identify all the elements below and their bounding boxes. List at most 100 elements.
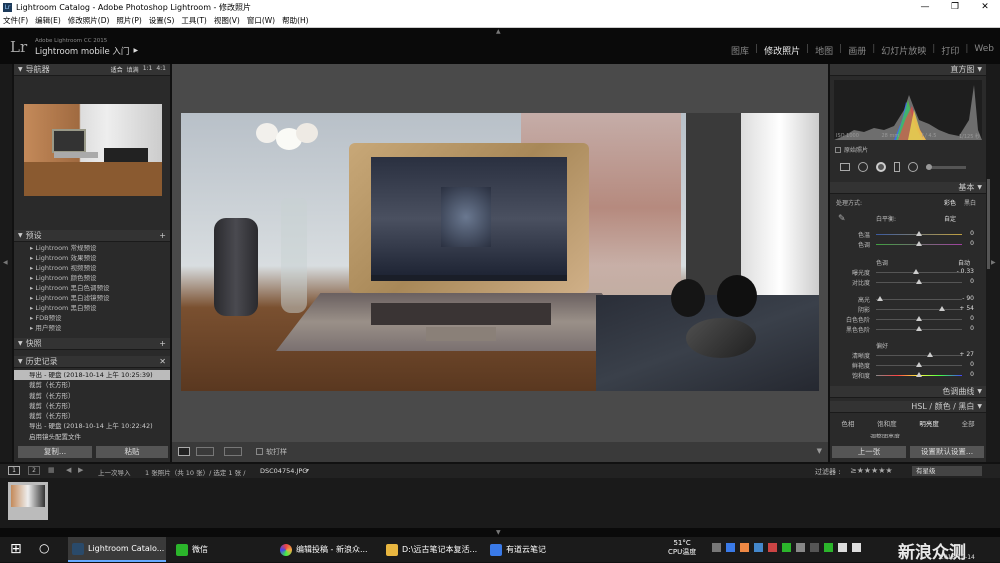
preset-folder[interactable]: ▸ Lightroom 黑白滤镜预设 <box>14 293 170 303</box>
collapse-top-arrow-icon[interactable]: ▲ <box>496 28 501 35</box>
slider-vibrance[interactable]: 鲜艳度 0 <box>830 361 980 370</box>
filename-dropdown-icon[interactable]: ▾ <box>306 467 309 474</box>
taskbar-item-lightroom[interactable]: Lightroom Catalo... <box>68 537 166 562</box>
menu-develop[interactable]: 修改照片(D) <box>68 15 110 26</box>
close-button[interactable]: ✕ <box>970 0 1000 14</box>
spot-removal-icon[interactable] <box>858 162 868 172</box>
loupe-view-icon[interactable] <box>178 447 190 456</box>
network-icon[interactable] <box>838 543 847 552</box>
wechat-tray-icon[interactable] <box>824 543 833 552</box>
paste-settings-button[interactable]: 粘贴 <box>96 446 168 458</box>
window-2-button[interactable]: 2 <box>28 466 40 475</box>
hsl-header[interactable]: HSL / 颜色 / 黑白 ▼ <box>830 401 986 413</box>
slider-knob[interactable] <box>913 269 920 274</box>
menu-tools[interactable]: 工具(T) <box>181 15 206 26</box>
slider-clarity[interactable]: 清晰度 + 27 <box>830 351 980 360</box>
volume-icon[interactable] <box>852 543 861 552</box>
tray-icon[interactable] <box>726 543 735 552</box>
back-arrow-icon[interactable]: ◀ <box>66 466 71 474</box>
menu-photo[interactable]: 照片(P) <box>116 15 141 26</box>
slider-exposure[interactable]: 曝光度 - 0.33 <box>830 268 980 277</box>
module-develop[interactable]: 修改照片 <box>764 44 800 57</box>
preset-folder[interactable]: ▸ Lightroom 黑白预设 <box>14 303 170 313</box>
source-label[interactable]: 上一次导入 <box>98 467 131 477</box>
radial-filter-icon[interactable] <box>908 162 918 172</box>
soft-proof-checkbox[interactable] <box>256 448 263 455</box>
module-map[interactable]: 地图 <box>815 44 833 57</box>
preset-folder[interactable]: ▸ Lightroom 视频预设 <box>14 263 170 273</box>
slider-shadows[interactable]: 阴影 + 54 <box>830 305 980 314</box>
menu-view[interactable]: 视图(V) <box>214 15 240 26</box>
taskbar-item-explorer[interactable]: D:\远古笔记本复活... <box>382 537 482 562</box>
tab-saturation[interactable]: 饱和度 <box>877 418 897 428</box>
slider-knob[interactable] <box>877 296 884 301</box>
preset-folder[interactable]: ▸ 用户预设 <box>14 323 170 333</box>
previous-button[interactable]: 上一张 <box>832 446 906 458</box>
before-after-split-icon[interactable] <box>224 447 242 456</box>
menu-settings[interactable]: 设置(S) <box>149 15 175 26</box>
module-web[interactable]: Web <box>974 44 994 57</box>
current-filename[interactable]: DSC04754.JPG <box>260 467 307 475</box>
zoom-1-1[interactable]: 1:1 <box>143 65 153 74</box>
taskbar-item-browser[interactable]: 编辑投稿 - 新浪众... <box>276 537 376 562</box>
preset-folder[interactable]: ▸ Lightroom 颜色预设 <box>14 273 170 283</box>
treatment-bw-button[interactable]: 黑白 <box>964 198 976 207</box>
navigator-header[interactable]: ▼ 导航器 适合 填满 1:1 4:1 <box>14 64 170 76</box>
tray-icon[interactable] <box>810 543 819 552</box>
slider-knob[interactable] <box>916 279 922 284</box>
original-photo-checkbox[interactable] <box>835 146 841 153</box>
tray-icon[interactable] <box>782 543 791 552</box>
white-balance-picker-icon[interactable]: ✎ <box>838 214 846 224</box>
original-photo-toggle[interactable]: 原始照片 <box>835 145 868 154</box>
zoom-4-1[interactable]: 4:1 <box>156 65 166 74</box>
taskbar-item-wechat[interactable]: 微信 <box>172 537 270 562</box>
module-slideshow[interactable]: 幻灯片放映 <box>881 44 926 57</box>
basic-header[interactable]: 基本 ▼ <box>830 182 986 194</box>
tray-icon[interactable] <box>796 543 805 552</box>
auto-tone-button[interactable]: 自动 <box>958 258 970 267</box>
menu-edit[interactable]: 编辑(E) <box>35 15 61 26</box>
slider-knob[interactable] <box>939 306 946 311</box>
tray-icon[interactable] <box>768 543 777 552</box>
red-eye-icon[interactable] <box>876 162 886 172</box>
slider-knob[interactable] <box>916 362 922 367</box>
preset-folder[interactable]: ▸ Lightroom 效果预设 <box>14 253 170 263</box>
preset-folder[interactable]: ▸ Lightroom 黑白色调预设 <box>14 283 170 293</box>
tray-icon[interactable] <box>754 543 763 552</box>
tab-all[interactable]: 全部 <box>962 418 975 428</box>
tab-hue[interactable]: 色相 <box>841 418 854 428</box>
main-photo[interactable] <box>181 113 819 391</box>
history-item[interactable]: 启用镜头配置文件 <box>14 432 170 442</box>
brush-slider-knob[interactable] <box>926 163 932 170</box>
module-print[interactable]: 打印 <box>941 44 959 57</box>
module-book[interactable]: 画册 <box>848 44 866 57</box>
history-item[interactable]: 导出 - 硬盘 (2018-10-14 上午 10:22:42) <box>14 421 170 431</box>
history-item[interactable]: 裁剪（长方形） <box>14 411 170 421</box>
history-item[interactable]: 裁剪（长方形） <box>14 401 170 411</box>
maximize-button[interactable]: ❐ <box>940 0 970 14</box>
presets-header[interactable]: ▼ 预设 + <box>14 230 170 242</box>
history-item[interactable]: 裁剪（长方形） <box>14 380 170 390</box>
set-default-button[interactable]: 设置默认设置... <box>910 446 984 458</box>
slider-knob[interactable] <box>927 352 934 357</box>
windows-start-icon[interactable]: ⊞ <box>10 541 22 557</box>
crop-tool-icon[interactable] <box>840 163 850 171</box>
tray-icon[interactable] <box>712 543 721 552</box>
history-item[interactable]: 裁剪（长方形） <box>14 391 170 401</box>
zoom-fill[interactable]: 填满 <box>127 65 139 74</box>
slider-saturation[interactable]: 饱和度 0 <box>830 371 980 380</box>
history-header[interactable]: ▼ 历史记录 ✕ <box>14 356 170 368</box>
histogram-header[interactable]: 直方图 ▼ <box>830 64 986 76</box>
add-preset-button[interactable]: + <box>159 231 170 240</box>
window-1-button[interactable]: 1 <box>8 466 20 475</box>
left-panel-edge[interactable]: ◀ <box>0 64 12 462</box>
slider-knob[interactable] <box>916 241 922 246</box>
forward-arrow-icon[interactable]: ▶ <box>78 466 83 474</box>
menu-file[interactable]: 文件(F) <box>3 15 28 26</box>
slider-contrast[interactable]: 对比度 0 <box>830 278 980 287</box>
copy-settings-button[interactable]: 复制... <box>18 446 92 458</box>
cortana-icon[interactable]: ○ <box>39 541 49 555</box>
treatment-color-button[interactable]: 彩色 <box>944 198 956 207</box>
preset-folder[interactable]: ▸ FDB预设 <box>14 313 170 323</box>
toolbar-menu-arrow-icon[interactable]: ▼ <box>817 447 822 455</box>
